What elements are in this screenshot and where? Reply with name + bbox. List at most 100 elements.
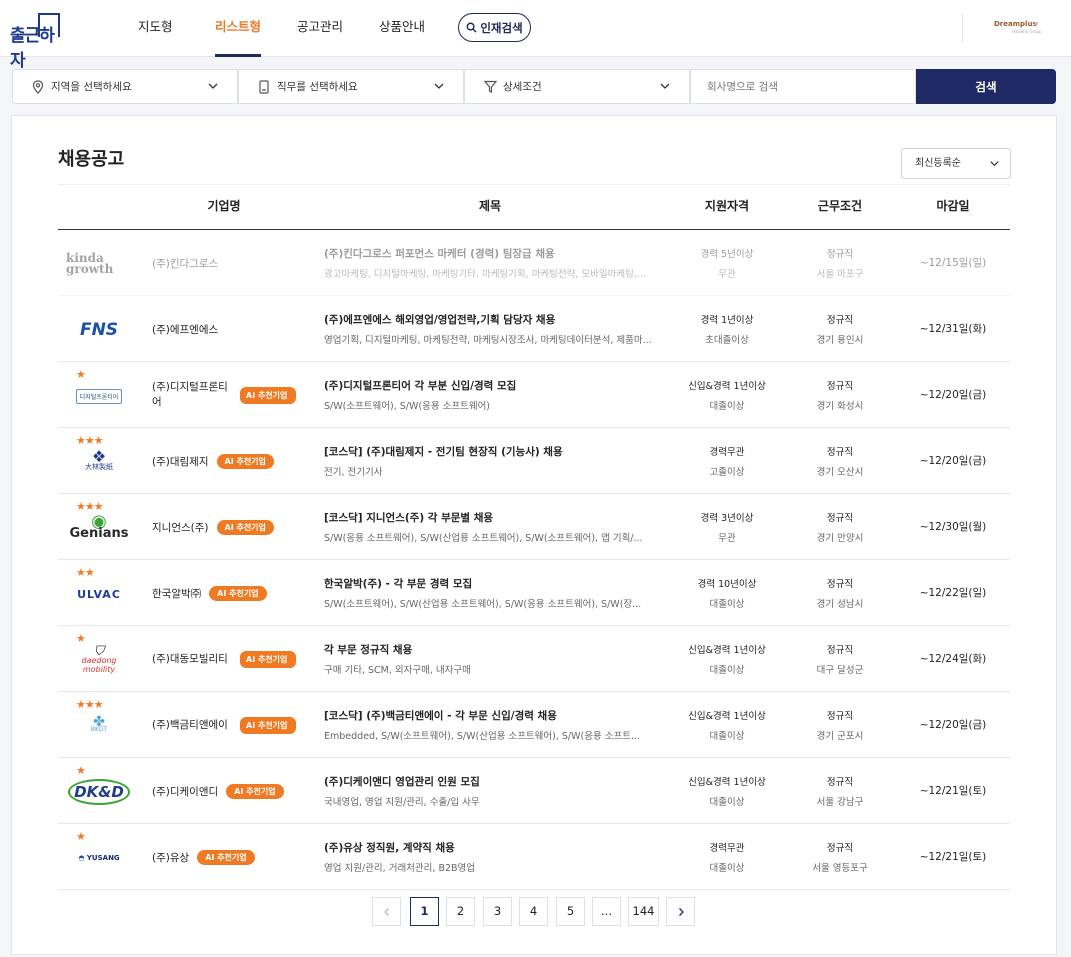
prev-page-button[interactable] bbox=[372, 897, 401, 926]
experience-requirement: 경력무관 bbox=[709, 843, 745, 854]
page-button[interactable]: 2 bbox=[446, 897, 475, 926]
work-location: 대구 달성군 bbox=[816, 665, 864, 676]
company-search-input[interactable] bbox=[690, 69, 916, 104]
nav-product-info[interactable]: 상품안내 bbox=[379, 0, 425, 57]
job-title[interactable]: [코스닥] (주)백금티앤에이 - 각 부문 신입/경력 채용 bbox=[324, 708, 660, 723]
employment-type: 정규직 bbox=[826, 249, 854, 260]
job-select-label: 직무를 선택하세요 bbox=[277, 81, 358, 93]
employment-type: 정규직 bbox=[826, 579, 854, 590]
nav-posting-management[interactable]: 공고관리 bbox=[297, 0, 343, 57]
region-select[interactable]: 지역을 선택하세요 bbox=[12, 69, 238, 104]
page-button[interactable]: 3 bbox=[483, 897, 512, 926]
work-location: 경기 안양시 bbox=[816, 533, 864, 544]
table-row[interactable]: ★★★ ◉ Genians 지니언스(주) AI 추천기업 [코스닥] 지니언스(주) 각… bbox=[58, 494, 1010, 560]
job-title[interactable]: (주)유상 정직원, 계약직 채용 bbox=[324, 840, 660, 855]
chevron-down-icon bbox=[660, 83, 670, 89]
work-location: 경기 화성시 bbox=[816, 401, 864, 412]
page-button[interactable]: 1 bbox=[410, 897, 439, 926]
job-title[interactable]: 한국알박(주) - 각 부문 경력 모집 bbox=[324, 576, 660, 591]
job-title[interactable]: 각 부문 정규직 채용 bbox=[324, 642, 660, 657]
work-location: 서울 강남구 bbox=[816, 797, 864, 808]
map-pin-icon bbox=[31, 79, 45, 94]
job-title[interactable]: [코스닥] 지니언스(주) 각 부문별 채용 bbox=[324, 510, 660, 525]
education-requirement: 무관 bbox=[718, 269, 736, 280]
education-requirement: 대졸이상 bbox=[709, 863, 745, 874]
company-logo-text: DK&D bbox=[74, 783, 124, 801]
sort-select[interactable]: 최신등록순 bbox=[901, 148, 1011, 179]
column-header-title: 제목 bbox=[478, 199, 502, 213]
deadline: ~12/20일(금) bbox=[919, 389, 987, 401]
table-row[interactable]: kinda growth (주)킨다그로스 (주)킨다그로스 퍼포먼스 마케터 (경… bbox=[58, 230, 1010, 296]
job-tags: 광고마케팅, 디지털마케팅, 마케팅기타, 마케팅기획, 마케팅전략, 모바일마… bbox=[324, 269, 646, 280]
work-location: 서울 영등포구 bbox=[812, 863, 868, 874]
page-button[interactable]: 144 bbox=[628, 897, 659, 926]
job-title[interactable]: (주)에프엔에스 해외영업/영업전략,기획 담당자 채용 bbox=[324, 312, 660, 327]
column-header-company: 기업명 bbox=[207, 199, 241, 213]
nav-map-view[interactable]: 지도형 bbox=[138, 0, 173, 57]
company-name[interactable]: (주)백금티앤에이 bbox=[152, 718, 230, 733]
site-logo[interactable]: 출근하자 bbox=[10, 13, 66, 71]
table-row[interactable]: ★★★ ✤ BKGT (주)백금티앤에이 AI 추천기업 [코스닥] (주)백금티앤에이 … bbox=[58, 692, 1010, 758]
employment-type: 정규직 bbox=[826, 711, 854, 722]
table-row[interactable]: ★★ ULVAC 한국알박㈜ AI 추천기업 한국알박(주) - 각 부문 경력 모집 S… bbox=[58, 560, 1010, 626]
education-requirement: 대졸이상 bbox=[709, 665, 745, 676]
job-tags: 전기, 전기기사 bbox=[324, 467, 383, 478]
next-page-button[interactable] bbox=[666, 897, 695, 926]
company-name[interactable]: (주)에프엔에스 bbox=[152, 322, 218, 337]
work-location: 경기 군포시 bbox=[816, 731, 864, 742]
company-name[interactable]: (주)디케이앤디 bbox=[152, 784, 218, 799]
chevron-down-icon[interactable]: ▾ bbox=[1034, 20, 1039, 30]
company-logo-text: BKGT bbox=[90, 726, 108, 733]
education-requirement: 초대졸이상 bbox=[705, 335, 749, 346]
deadline: ~12/31일(화) bbox=[919, 323, 987, 335]
job-select[interactable]: 직무를 선택하세요 bbox=[238, 69, 464, 104]
company-name[interactable]: 한국알박㈜ bbox=[152, 586, 201, 601]
detail-filter-select[interactable]: 상세조건 bbox=[464, 69, 690, 104]
job-title[interactable]: (주)디케이앤디 영업관리 인원 모집 bbox=[324, 774, 660, 789]
company-cell: (주)대림제지 AI 추천기업 bbox=[152, 428, 274, 494]
experience-requirement: 신입&경력 1년이상 bbox=[688, 777, 766, 788]
education-requirement: 무관 bbox=[718, 533, 736, 544]
column-header-deadline: 마감일 bbox=[936, 199, 970, 213]
company-cell: (주)디지털프론티어 AI 추천기업 bbox=[152, 362, 296, 428]
job-title[interactable]: (주)디지털프론티어 각 부분 신입/경력 모집 bbox=[324, 378, 660, 393]
table-row[interactable]: ★ ◓ YUSANG (주)유상 AI 추천기업 (주)유상 정직원, 계약직 채용 영업… bbox=[58, 824, 1010, 890]
company-name[interactable]: (주)디지털프론티어 bbox=[152, 380, 230, 410]
company-logo: FNS bbox=[66, 308, 132, 352]
company-logo: DK&D bbox=[66, 770, 132, 814]
company-cell: (주)킨다그로스 bbox=[152, 230, 218, 296]
table-row[interactable]: ★ DK&D (주)디케이앤디 AI 추천기업 (주)디케이앤디 영업관리 인원 모집 국… bbox=[58, 758, 1010, 824]
deadline: ~12/20일(금) bbox=[919, 719, 987, 731]
table-row[interactable]: FNS (주)에프엔에스 (주)에프엔에스 해외영업/영업전략,기획 담당자 채용 영… bbox=[58, 296, 1010, 362]
job-title[interactable]: (주)킨다그로스 퍼포먼스 마케터 (경력) 팀장급 채용 bbox=[324, 246, 660, 261]
company-name[interactable]: (주)대림제지 bbox=[152, 454, 209, 469]
company-cell: (주)에프엔에스 bbox=[152, 296, 218, 362]
company-name[interactable]: (주)대동모빌리티 bbox=[152, 652, 230, 667]
company-name[interactable]: (주)킨다그로스 bbox=[152, 256, 218, 271]
company-logo: ❖ 大林製紙 bbox=[85, 447, 113, 472]
nav-list-view[interactable]: 리스트형 bbox=[215, 0, 262, 57]
page-ellipsis: ... bbox=[592, 897, 621, 926]
deadline: ~12/22일(일) bbox=[919, 587, 987, 599]
company-logo-text: ULVAC bbox=[77, 587, 121, 601]
search-button[interactable]: 검색 bbox=[916, 69, 1056, 104]
table-row[interactable]: ★ 디지털프론티어 (주)디지털프론티어 AI 추천기업 (주)디지털프론티어 각 부분… bbox=[58, 362, 1010, 428]
experience-requirement: 경력무관 bbox=[709, 447, 745, 458]
experience-requirement: 경력 5년이상 bbox=[700, 249, 754, 260]
table-row[interactable]: ★ ⛉ daedong mobility (주)대동모빌리티 AI 추천기업 각 부문 정… bbox=[58, 626, 1010, 692]
company-name[interactable]: 지니언스(주) bbox=[152, 520, 209, 535]
page-button[interactable]: 5 bbox=[556, 897, 585, 926]
job-title[interactable]: [코스닥] (주)대림제지 - 전기팀 현장직 (기능사) 채용 bbox=[324, 444, 660, 459]
job-tags: 영업 지원/관리, 거래처관리, B2B영업 bbox=[324, 863, 475, 874]
work-location: 경기 오산시 bbox=[816, 467, 864, 478]
company-logo-text: FNS bbox=[79, 320, 119, 340]
page-button[interactable]: 4 bbox=[519, 897, 548, 926]
company-logo-text: daedong mobility bbox=[81, 655, 117, 674]
work-location: 경기 용인시 bbox=[816, 335, 864, 346]
table-row[interactable]: ★★★ ❖ 大林製紙 (주)대림제지 AI 추천기업 [코스닥] (주)대림제지 - 전기… bbox=[58, 428, 1010, 494]
talent-search-button[interactable]: 인재검색 bbox=[458, 13, 531, 42]
job-list-panel: 채용공고 최신등록순 기업명 제목 지원자격 근무조건 마감일 kinda gr… bbox=[11, 115, 1057, 955]
brand-logo[interactable]: Dreamplus bbox=[994, 20, 1037, 28]
company-name[interactable]: (주)유상 bbox=[152, 850, 189, 865]
chevron-left-icon bbox=[383, 908, 389, 916]
